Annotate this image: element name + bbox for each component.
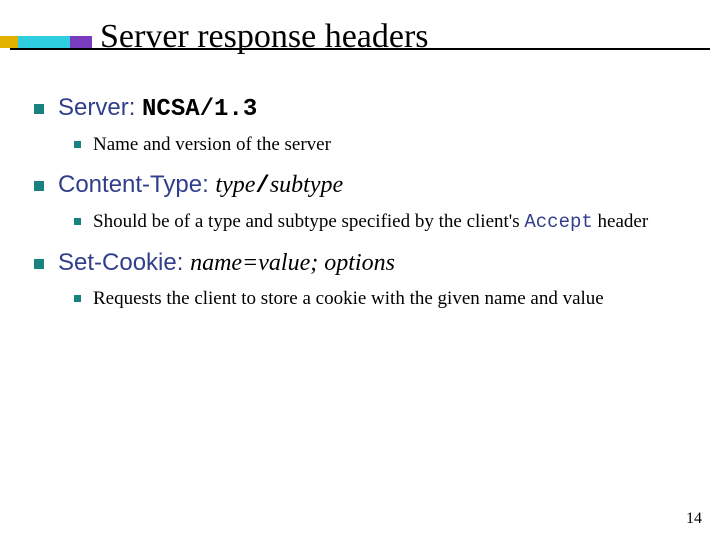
header-param: type [215, 172, 255, 198]
bullet-icon [34, 259, 44, 269]
header-name: Content-Type: [58, 171, 209, 198]
header-slash: / [255, 173, 269, 200]
header-sep: ; [310, 250, 324, 276]
bullet-text: Set-Cookie: name=value; options [58, 249, 395, 277]
page-number: 14 [686, 510, 702, 528]
sub-bullet-text: Name and version of the server [93, 133, 331, 157]
accent-bar-yellow [0, 36, 18, 48]
bullet-server: Server: NCSA/1.3 [34, 94, 694, 123]
sub-bullet-text: Requests the client to store a cookie wi… [93, 287, 604, 311]
header-param: options [324, 250, 395, 276]
slide-title-block: Server response headers [100, 18, 429, 56]
bullet-text: Content-Type: type/subtype [58, 171, 343, 200]
slide-content: Server: NCSA/1.3 Name and version of the… [34, 80, 694, 310]
header-name: Set-Cookie: [58, 249, 183, 276]
bullet-icon [34, 104, 44, 114]
header-eq: = [242, 250, 258, 276]
bullet-icon [74, 218, 81, 225]
bullet-text: Server: NCSA/1.3 [58, 94, 257, 123]
accent-bar-cyan [18, 36, 70, 48]
header-param: value [258, 250, 310, 276]
sub-bullet: Requests the client to store a cookie wi… [74, 287, 694, 311]
code-accept: Accept [524, 211, 592, 233]
bullet-set-cookie: Set-Cookie: name=value; options [34, 249, 694, 277]
sub-bullet: Should be of a type and subtype specifie… [74, 210, 694, 235]
bullet-icon [34, 181, 44, 191]
bullet-icon [74, 295, 81, 302]
accent-bar-purple [70, 36, 92, 48]
header-name: Server: [58, 94, 135, 121]
header-param: name [190, 250, 242, 276]
header-param: subtype [270, 172, 343, 198]
sub-bullet-text: Should be of a type and subtype specifie… [93, 210, 648, 235]
bullet-content-type: Content-Type: type/subtype [34, 171, 694, 200]
bullet-icon [74, 141, 81, 148]
header-value-literal: NCSA/1.3 [142, 96, 257, 123]
sub-bullet: Name and version of the server [74, 133, 694, 157]
title-underline [10, 48, 710, 50]
